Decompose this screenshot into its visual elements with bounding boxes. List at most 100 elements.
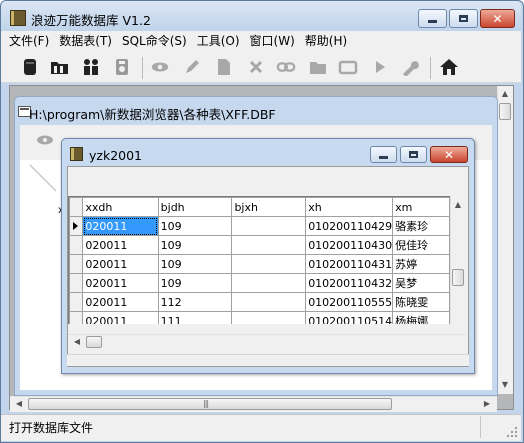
table-cell[interactable]: 010200110430	[305, 235, 394, 255]
disk-icon[interactable]	[112, 57, 132, 77]
table-cell[interactable]	[231, 292, 307, 312]
yzk-minimize-button[interactable]	[370, 146, 397, 163]
mdi-vertical-scrollbar[interactable]	[497, 86, 513, 394]
menu-window[interactable]: 窗口(W)	[245, 31, 300, 51]
link-icon[interactable]	[276, 57, 296, 77]
scroll-up-arrow-icon[interactable]: ▲	[500, 89, 510, 99]
yzk-close-button[interactable]: ✕	[430, 146, 468, 163]
menu-sql[interactable]: SQL命令(S)	[117, 31, 192, 51]
row-indicator[interactable]	[69, 216, 84, 236]
row-indicator[interactable]	[69, 235, 84, 255]
app-book-icon[interactable]	[10, 10, 26, 26]
column-header[interactable]: bjxh	[231, 197, 307, 217]
menu-help[interactable]: 帮助(H)	[300, 31, 352, 51]
menu-tools[interactable]: 工具(O)	[192, 31, 245, 51]
table-cell[interactable]: 010200110514	[305, 311, 394, 324]
table-row[interactable]: 020011 109 010200110431 苏婷	[69, 254, 450, 274]
table-header-row: xxdh bjdh bjxh xh xm	[69, 197, 450, 217]
users-icon[interactable]	[81, 57, 101, 77]
table-cell[interactable]: 020011	[82, 216, 159, 236]
database-icon[interactable]	[20, 57, 40, 77]
grid-vertical-scroll-thumb[interactable]	[452, 269, 464, 286]
row-indicator[interactable]	[69, 273, 84, 293]
folder-icon[interactable]	[308, 57, 328, 77]
table-cell[interactable]: 020011	[82, 254, 159, 274]
table-row[interactable]: 020011 111 010200110514 杨梅娜	[69, 311, 450, 324]
toolbar	[1, 51, 521, 83]
eye-icon[interactable]	[150, 57, 170, 77]
table-cell[interactable]: 吴梦	[392, 273, 450, 293]
column-header[interactable]: bjdh	[157, 197, 233, 217]
scroll-down-arrow-icon[interactable]: ▼	[500, 380, 510, 390]
page-icon[interactable]	[214, 57, 234, 77]
table-cell[interactable]: 010200110555	[305, 292, 394, 312]
diagonal-line-decoration	[28, 163, 58, 193]
table-cell[interactable]	[231, 254, 307, 274]
table-cell[interactable]	[231, 216, 307, 236]
table-cell[interactable]	[231, 235, 307, 255]
data-grid[interactable]: xxdh bjdh bjxh xh xm 020011 109 01020011…	[68, 196, 450, 324]
table-cell[interactable]: 陈晓雯	[392, 292, 450, 312]
minimize-button[interactable]	[418, 9, 447, 28]
table-cell[interactable]: 020011	[82, 273, 159, 293]
table-row[interactable]: 020011 109 010200110430 倪佳玲	[69, 235, 450, 255]
column-header[interactable]: xxdh	[82, 197, 159, 217]
yzk-window-book-icon[interactable]	[70, 147, 83, 161]
menu-bar: 文件(F) 数据表(T) SQL命令(S) 工具(O) 窗口(W) 帮助(H)	[1, 31, 521, 51]
table-cell[interactable]: 骆素珍	[392, 216, 450, 236]
table-cell[interactable]: 020011	[82, 292, 159, 312]
column-header[interactable]: xh	[305, 197, 394, 217]
status-divider	[480, 416, 481, 438]
table-cell[interactable]: 020011	[82, 235, 159, 255]
window-icon[interactable]	[338, 57, 358, 77]
table-cell[interactable]: 010200110432	[305, 273, 394, 293]
close-button[interactable]: ✕	[480, 9, 515, 28]
grid-horizontal-scroll-thumb[interactable]	[86, 336, 102, 348]
table-cell[interactable]: 112	[157, 292, 233, 312]
home-icon[interactable]	[439, 57, 459, 77]
table-row[interactable]: 020011 109 010200110429 骆素珍	[69, 216, 450, 236]
mdi-vertical-scroll-thumb[interactable]	[499, 103, 511, 120]
data-table: xxdh bjdh bjxh xh xm 020011 109 01020011…	[69, 197, 450, 324]
minimize-icon	[428, 19, 437, 23]
table-cell[interactable]: 苏婷	[392, 254, 450, 274]
open-folder-icon[interactable]	[50, 57, 70, 77]
table-cell[interactable]: 020011	[82, 311, 159, 324]
table-cell[interactable]	[231, 311, 307, 324]
grid-vertical-scrollbar[interactable]	[450, 196, 466, 324]
row-indicator[interactable]	[69, 292, 84, 312]
table-cell[interactable]: 倪佳玲	[392, 235, 450, 255]
close-icon: ✕	[443, 147, 455, 162]
resize-grip-icon[interactable]	[505, 425, 519, 439]
table-cell[interactable]: 010200110431	[305, 254, 394, 274]
table-cell[interactable]: 109	[157, 254, 233, 274]
menu-table[interactable]: 数据表(T)	[54, 31, 117, 51]
yzk-maximize-button[interactable]	[400, 146, 427, 163]
table-cell[interactable]: 111	[157, 311, 233, 324]
scroll-left-arrow-icon[interactable]: ◀	[14, 399, 24, 409]
row-indicator[interactable]	[69, 254, 84, 274]
table-row[interactable]: 020011 109 010200110432 吴梦	[69, 273, 450, 293]
eye-icon[interactable]	[35, 133, 55, 150]
table-cell[interactable]: 杨梅娜	[392, 311, 450, 324]
table-row[interactable]: 020011 112 010200110555 陈晓雯	[69, 292, 450, 312]
scroll-right-arrow-icon[interactable]: ▶	[482, 399, 492, 409]
column-header[interactable]: xm	[392, 197, 450, 217]
maximize-button[interactable]	[449, 9, 478, 28]
table-cell[interactable]	[231, 273, 307, 293]
play-icon[interactable]	[370, 57, 390, 77]
grid-horizontal-scrollbar[interactable]	[68, 334, 466, 350]
scroll-left-arrow-icon[interactable]: ◀	[72, 337, 82, 347]
delete-x-icon[interactable]	[246, 57, 266, 77]
scroll-up-arrow-icon[interactable]: ▲	[453, 200, 463, 210]
yzk-window-title: yzk2001	[89, 148, 143, 163]
table-cell[interactable]: 109	[157, 273, 233, 293]
edit-pencil-icon[interactable]	[182, 57, 202, 77]
table-cell[interactable]: 109	[157, 216, 233, 236]
table-cell[interactable]: 109	[157, 235, 233, 255]
menu-file[interactable]: 文件(F)	[1, 31, 54, 51]
wrench-icon[interactable]	[400, 57, 420, 77]
row-indicator[interactable]	[69, 311, 84, 324]
status-text: 打开数据库文件	[9, 421, 94, 435]
table-cell[interactable]: 010200110429	[305, 216, 394, 236]
